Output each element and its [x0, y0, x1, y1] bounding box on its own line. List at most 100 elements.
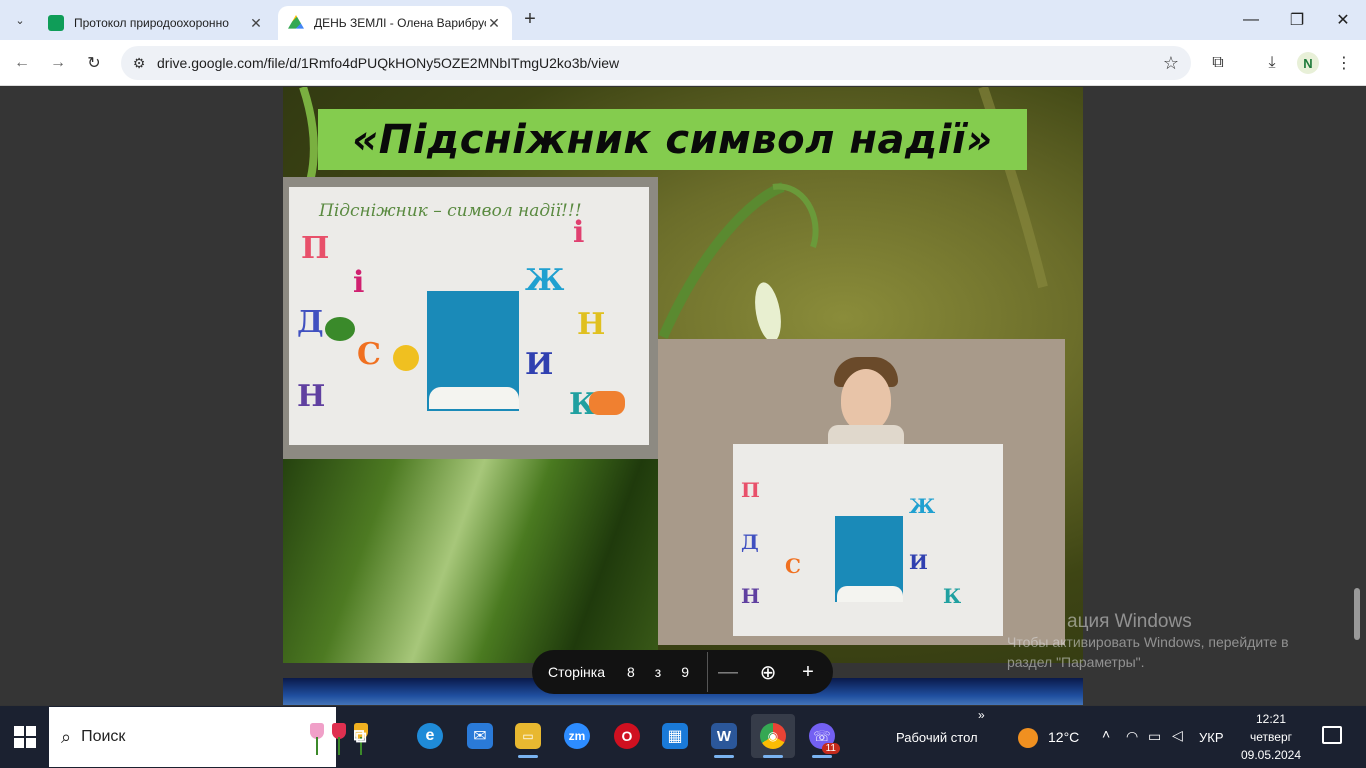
battery-icon[interactable]: ▭: [1148, 728, 1161, 745]
zoom-out-button[interactable]: —: [708, 661, 748, 684]
task-view-icon[interactable]: ⧉: [338, 714, 382, 758]
wifi-icon[interactable]: ◠: [1126, 728, 1138, 745]
tab-title: Протокол природоохоронно: [74, 16, 229, 30]
extensions-icon[interactable]: ⧉: [1206, 51, 1230, 75]
word-icon[interactable]: W: [702, 714, 746, 758]
snow-drawing: [429, 387, 519, 409]
zoom-app-icon[interactable]: zm: [555, 714, 599, 758]
start-button[interactable]: [14, 726, 36, 748]
address-bar[interactable]: ⚙ drive.google.com/file/d/1Rmfo4dPUQkHON…: [121, 46, 1191, 80]
page-of-label: з: [654, 664, 662, 680]
poster-letter: і: [573, 215, 585, 250]
tab-search-button[interactable]: ⌄: [8, 8, 32, 32]
file-explorer-icon[interactable]: ▭: [506, 714, 550, 758]
notifications-icon[interactable]: [1322, 726, 1342, 744]
bookmark-star-icon[interactable]: ☆: [1151, 53, 1191, 74]
poster-paper: Підсніжник – символ надії!!! П і Д С Н і…: [289, 187, 649, 445]
poster-letter: И: [525, 347, 554, 382]
watermark-line: Чтобы активировать Windows, перейдите в: [1007, 634, 1289, 650]
poster-letter: К: [943, 584, 962, 608]
poster-letter: И: [909, 550, 928, 574]
zoom-icon[interactable]: ⊕: [748, 660, 788, 685]
sun-drawing: [393, 345, 419, 371]
poster-letter: Д: [741, 530, 759, 554]
forward-button[interactable]: →: [46, 51, 70, 75]
language-indicator[interactable]: УКР: [1199, 730, 1224, 745]
poster-letter: П: [301, 231, 330, 266]
poster-letter: Н: [741, 584, 760, 608]
poster-letter: Н: [297, 379, 326, 414]
volume-icon[interactable]: ◁: [1172, 727, 1183, 744]
close-icon[interactable]: ✕: [248, 15, 264, 32]
chevron-right-icon[interactable]: »: [978, 708, 985, 722]
date: 09.05.2024: [1240, 748, 1302, 762]
total-pages: 9: [681, 664, 690, 680]
url-text[interactable]: drive.google.com/file/d/1Rmfo4dPUQkHONy5…: [157, 55, 1151, 71]
snow-drawing: [837, 586, 903, 602]
poster-letter: і: [353, 265, 365, 300]
new-tab-button[interactable]: +: [518, 8, 542, 31]
poster-photo: Підсніжник – символ надії!!! П і Д С Н і…: [283, 177, 658, 459]
poster-letter: П: [741, 478, 760, 502]
zoom-in-button[interactable]: +: [788, 661, 828, 684]
fox-drawing: [589, 391, 625, 415]
reload-button[interactable]: ↻: [82, 51, 106, 75]
weather-icon[interactable]: [1018, 728, 1038, 748]
store-icon[interactable]: ▦: [653, 714, 697, 758]
site-info-icon[interactable]: ⚙: [121, 55, 157, 72]
viber-badge: 11: [821, 743, 840, 754]
sheets-icon: [48, 15, 64, 31]
slide-title-banner: «Підсніжник символ надії»: [318, 109, 1027, 170]
day: четверг: [1250, 730, 1292, 744]
opera-icon[interactable]: O: [605, 714, 649, 758]
desktop-label[interactable]: Рабочий стол: [896, 730, 978, 745]
scrollbar[interactable]: [1354, 588, 1360, 640]
page-navigator: Сторінка 8 з 9 — ⊕ +: [532, 650, 833, 694]
mail-icon[interactable]: ✉: [458, 714, 502, 758]
tab-title: ДЕНЬ ЗЕМЛІ - Олена Варибрус: [314, 16, 486, 30]
snowdrop-leaves-photo: [283, 459, 658, 663]
tab-strip: ⌄ Протокол природоохоронно ✕ ДЕНЬ ЗЕМЛІ …: [0, 0, 1366, 40]
tab-protocol[interactable]: Протокол природоохоронно ✕: [38, 6, 274, 40]
close-window-button[interactable]: ✕: [1320, 0, 1366, 40]
poster-letter: Ж: [525, 263, 565, 298]
tab-earth-day[interactable]: ДЕНЬ ЗЕМЛІ - Олена Варибрус ✕: [278, 6, 512, 40]
tree-drawing: [325, 317, 355, 341]
edge-icon[interactable]: e: [408, 714, 452, 758]
poster-board: П Д С Н Ж И К: [733, 444, 1003, 636]
poster-letter: Ж: [909, 494, 936, 518]
browser-toolbar: ← → ↻ ⚙ drive.google.com/file/d/1Rmfo4dP…: [0, 40, 1366, 86]
windows-activation-watermark: ация Windows Чтобы активировать Windows,…: [1007, 612, 1289, 672]
taskbar-search[interactable]: ⌕ Поиск: [49, 707, 368, 767]
windows-taskbar: ⌕ Поиск ⧉ e ✉ ▭ zm O ▦ W ◉ ☏ 11 » Рабочи…: [0, 706, 1366, 768]
slide-title: «Підсніжник символ надії»: [352, 116, 993, 163]
poster-letter: С: [785, 554, 801, 578]
page-label: Сторінка: [548, 664, 605, 680]
time: 12:21: [1255, 712, 1287, 726]
watermark-title: ация Windows: [1067, 611, 1192, 632]
back-button[interactable]: ←: [10, 51, 34, 75]
poster-letter: Д: [297, 305, 324, 340]
minimize-button[interactable]: —: [1228, 0, 1274, 40]
chrome-icon[interactable]: ◉: [751, 714, 795, 758]
menu-icon[interactable]: ⋮: [1332, 51, 1356, 75]
restore-button[interactable]: ❐: [1274, 0, 1320, 40]
drive-icon: [288, 15, 304, 29]
close-icon[interactable]: ✕: [486, 15, 502, 32]
poster-heading: Підсніжник – символ надії!!!: [319, 201, 582, 221]
current-page-input[interactable]: 8: [627, 664, 635, 680]
chevron-up-icon[interactable]: ˄: [1102, 726, 1110, 742]
search-icon: ⌕: [61, 726, 72, 747]
poster-letter: Н: [577, 307, 606, 342]
girl-face: [841, 369, 891, 431]
poster-letter: С: [357, 337, 381, 372]
watermark-line: раздел "Параметры".: [1007, 654, 1145, 670]
profile-avatar[interactable]: N: [1297, 52, 1319, 74]
slide-image: «Підсніжник символ надії» Підсніжник – с…: [283, 87, 1083, 663]
girl-with-poster-photo: П Д С Н Ж И К: [658, 339, 1065, 645]
viber-icon[interactable]: ☏ 11: [800, 714, 844, 758]
download-icon[interactable]: ⤓: [1260, 51, 1284, 75]
clock[interactable]: 12:21 четверг 09.05.2024: [1236, 710, 1306, 764]
search-placeholder: Поиск: [81, 728, 126, 745]
temperature[interactable]: 12°C: [1048, 729, 1079, 745]
